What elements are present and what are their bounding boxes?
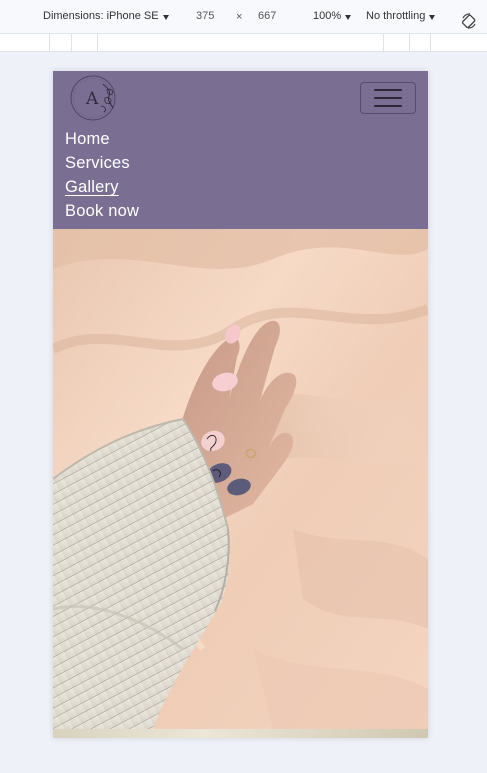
device-select[interactable]: Dimensions: iPhone SE xyxy=(43,10,169,22)
height-input[interactable]: 667 xyxy=(258,10,298,22)
ruler-segment[interactable] xyxy=(409,34,410,52)
rotate-icon[interactable] xyxy=(461,13,477,29)
times-separator: × xyxy=(236,11,243,23)
width-input[interactable]: 375 xyxy=(196,10,236,22)
ruler-segment[interactable] xyxy=(383,34,384,52)
nav-link-home[interactable]: Home xyxy=(65,127,139,151)
nav-link-services[interactable]: Services xyxy=(65,151,139,175)
navbar: A Home Services Gallery Book now xyxy=(53,71,428,229)
ruler-segment[interactable] xyxy=(49,34,50,52)
zoom-value: 100% xyxy=(313,10,342,22)
nav-link-book-now[interactable]: Book now xyxy=(65,199,139,223)
gallery-photo[interactable] xyxy=(53,229,428,729)
brand-logo[interactable]: A xyxy=(67,74,123,122)
ruler-segment[interactable] xyxy=(430,34,431,52)
next-gallery-photo[interactable] xyxy=(53,729,428,738)
navbar-toggler-button[interactable] xyxy=(360,82,416,114)
ruler-segment[interactable] xyxy=(97,34,98,52)
media-query-ruler xyxy=(0,34,487,52)
nav-links: Home Services Gallery Book now xyxy=(65,127,139,223)
chevron-down-icon xyxy=(429,14,436,20)
device-label: Dimensions: iPhone SE xyxy=(43,10,159,22)
throttling-value: No throttling xyxy=(366,10,426,22)
logo-letter: A xyxy=(85,89,99,109)
hamburger-icon-line xyxy=(374,89,402,91)
throttling-select[interactable]: No throttling xyxy=(366,10,436,22)
zoom-select[interactable]: 100% xyxy=(313,10,352,22)
ruler-segment[interactable] xyxy=(71,34,72,52)
devtools-device-toolbar: Dimensions: iPhone SE 375 × 667 100% No … xyxy=(0,0,487,34)
hamburger-icon-line xyxy=(374,97,402,99)
device-viewport: A Home Services Gallery Book now xyxy=(53,71,428,738)
nav-link-gallery[interactable]: Gallery xyxy=(65,175,139,199)
hamburger-icon-line xyxy=(374,105,402,107)
chevron-down-icon xyxy=(345,14,352,20)
chevron-down-icon xyxy=(162,14,169,20)
